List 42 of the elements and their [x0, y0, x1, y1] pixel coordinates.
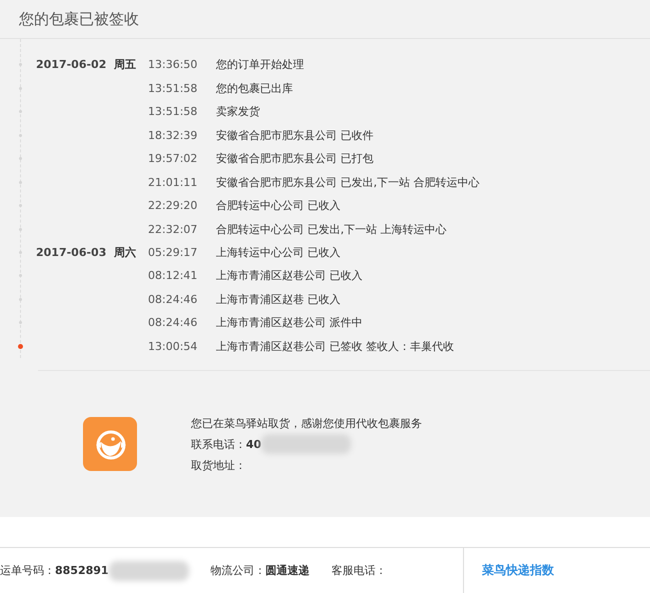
status-title: 您的包裹已被签收 — [19, 10, 139, 28]
event-time: 13:36:50 — [148, 58, 198, 72]
address-label: 取货地址： — [191, 458, 246, 472]
event-text: 您的包裹已出库 — [216, 80, 293, 96]
event-time: 13:51:58 — [148, 82, 198, 95]
event-time: 13:00:54 — [148, 340, 198, 353]
event-text: 安徽省合肥市肥东县公司 已打包 — [216, 151, 374, 166]
event-text: 卖家发货 — [216, 104, 260, 120]
bird-logo-icon — [83, 417, 137, 471]
event-time: 08:24:46 — [148, 292, 198, 306]
date-text: 2017-06-03 — [36, 246, 108, 259]
event-text: 上海市青浦区赵巷公司 已收入 — [216, 268, 362, 284]
pickup-message: 您已在菜鸟驿站取货，感谢您使用代收包裹服务 — [191, 416, 422, 430]
event-time: 22:32:07 — [148, 222, 198, 236]
company-name: 圆通速递 — [266, 563, 310, 578]
event-time: 19:57:02 — [148, 152, 198, 166]
tracking-label: 运单号码： — [0, 563, 55, 578]
event-text: 合肥转运中心公司 已收入 — [216, 198, 340, 214]
event-time: 13:51:58 — [148, 105, 198, 118]
event-time: 08:12:41 — [148, 269, 198, 282]
event-time: 05:29:17 — [148, 246, 198, 259]
event-text: 上海市青浦区赵巷公司 派件中 — [216, 315, 362, 330]
event-text: 上海市青浦区赵巷公司 已签收 签收人：丰巢代收 — [216, 338, 454, 354]
event-time: 21:01:11 — [148, 176, 198, 189]
event-time: 22:29:20 — [148, 199, 198, 212]
company-label: 物流公司： — [210, 563, 266, 578]
date-text: 2017-06-02 — [36, 58, 108, 72]
event-text: 安徽省合肥市肥东县公司 已收件 — [216, 128, 374, 143]
event-text: 安徽省合肥市肥东县公司 已发出,下一站 合肥转运中心 — [216, 174, 480, 190]
weekday-text: 周五 — [114, 57, 137, 72]
weekday-text: 周六 — [114, 244, 137, 260]
event-time: 18:32:39 — [148, 128, 198, 142]
event-text: 上海转运中心公司 已收入 — [216, 244, 340, 260]
service-phone-label: 客服电话： — [332, 563, 387, 578]
event-text: 您的订单开始处理 — [216, 57, 304, 72]
event-text: 合肥转运中心公司 已发出,下一站 上海转运中心 — [216, 222, 446, 237]
event-time: 08:24:46 — [148, 316, 198, 330]
phone-value: 40 — [246, 438, 262, 450]
event-text: 上海市青浦区赵巷 已收入 — [216, 292, 340, 307]
tracking-number: 8852891 — [55, 564, 109, 577]
phone-label: 联系电话： — [191, 436, 246, 452]
index-link[interactable]: 菜鸟快递指数 — [482, 562, 554, 579]
